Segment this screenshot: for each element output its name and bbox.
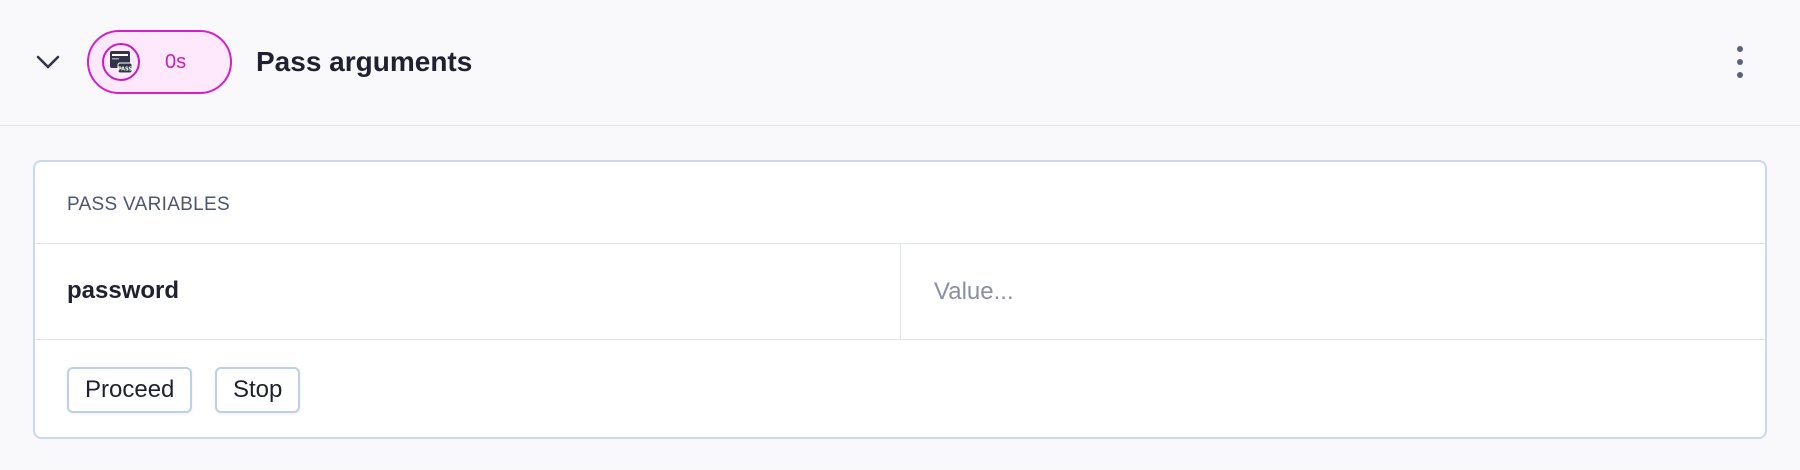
variable-name-cell: password (35, 244, 901, 339)
variable-value-cell (902, 244, 1765, 339)
step-status-badge: PASS 0s (87, 30, 232, 94)
pass-icon-label: PASS (118, 67, 132, 73)
kebab-dot (1737, 72, 1743, 78)
variable-row: password (35, 243, 1765, 340)
kebab-dot (1737, 46, 1743, 52)
variable-name: password (67, 277, 180, 304)
pass-variables-panel: PASS VARIABLES password Proceed Stop (33, 160, 1767, 439)
panel-title: PASS VARIABLES (67, 194, 230, 215)
collapse-chevron-icon[interactable] (28, 44, 68, 80)
stop-button[interactable]: Stop (215, 367, 301, 413)
variable-value-input[interactable] (934, 272, 1714, 312)
step-header: PASS 0s Pass arguments (0, 0, 1800, 126)
kebab-dot (1737, 59, 1743, 65)
proceed-button[interactable]: Proceed (67, 367, 193, 413)
step-duration: 0s (165, 50, 187, 73)
terminal-pass-icon: PASS (102, 43, 140, 81)
step-title: Pass arguments (256, 46, 473, 77)
more-options-icon[interactable] (1722, 40, 1758, 84)
